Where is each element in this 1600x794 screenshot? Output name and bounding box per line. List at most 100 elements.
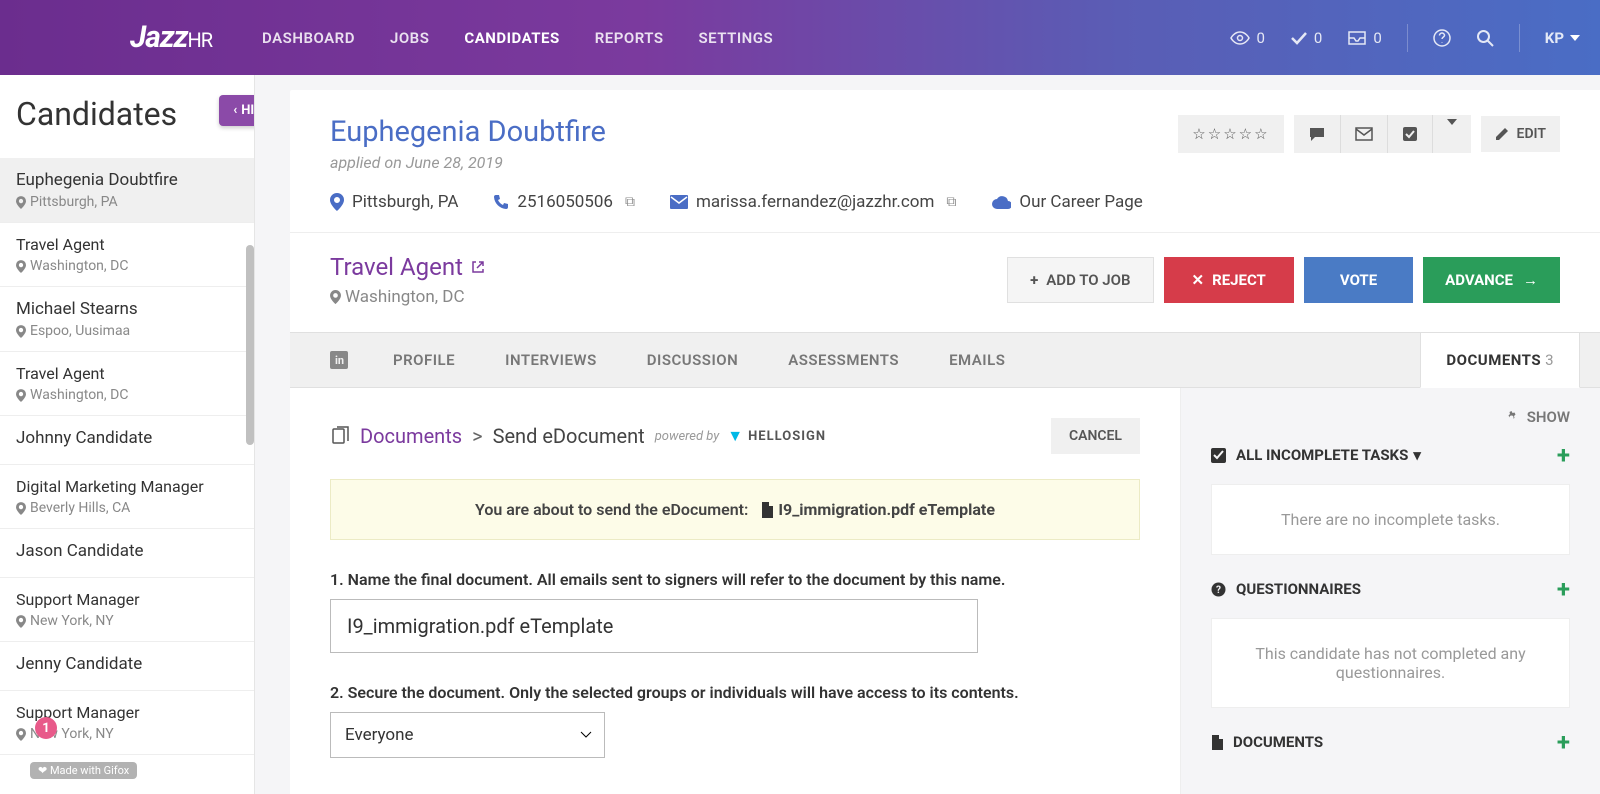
copy-icon[interactable]: ⧉	[625, 194, 635, 210]
sidebar-candidate-item[interactable]: Euphegenia Doubtfire Pittsburgh, PA	[0, 158, 254, 223]
tasks-header[interactable]: ALL INCOMPLETE TASKS	[1236, 446, 1408, 464]
svg-text:?: ?	[1216, 585, 1221, 596]
stat-views[interactable]: 0	[1230, 29, 1264, 47]
tab-emails[interactable]: EMAILS	[924, 333, 1030, 387]
copy-icon	[330, 426, 350, 446]
linkedin-icon[interactable]: in	[310, 333, 368, 387]
sidebar-candidate-item[interactable]: Travel Agent Washington, DC	[0, 223, 254, 287]
help-icon[interactable]	[1433, 29, 1451, 47]
show-button[interactable]: SHOW	[1504, 408, 1570, 426]
secure-document-select[interactable]: Everyone	[330, 712, 605, 758]
user-menu[interactable]: KP	[1545, 29, 1580, 47]
cloud-icon	[991, 195, 1011, 209]
add-task-button[interactable]: +	[1557, 441, 1570, 469]
file-icon	[1211, 735, 1223, 750]
cancel-button[interactable]: CANCEL	[1051, 418, 1140, 454]
eye-icon	[1230, 31, 1250, 45]
powered-by: powered by ▼HELLOSIGN	[655, 426, 826, 446]
nav-jobs[interactable]: JOBS	[390, 29, 429, 47]
x-icon: ✕	[1192, 271, 1205, 289]
checkbox-icon	[1211, 448, 1226, 463]
copy-icon[interactable]: ⧉	[946, 194, 956, 210]
notification-badge[interactable]: 1	[35, 717, 57, 739]
nav-settings[interactable]: SETTINGS	[699, 29, 774, 47]
step1-label: 1. Name the final document. All emails s…	[330, 570, 1140, 589]
tabs: in PROFILE INTERVIEWS DISCUSSION ASSESSM…	[290, 332, 1600, 388]
plus-icon: +	[1030, 271, 1038, 289]
main-nav: DASHBOARD JOBS CANDIDATES REPORTS SETTIN…	[262, 29, 773, 47]
sidebar-candidate-item[interactable]: Support Manager New York, NY	[0, 578, 254, 642]
tab-documents[interactable]: DOCUMENTS3	[1420, 333, 1580, 388]
sidebar: Candidates ‹ HIDE Euphegenia Doubtfire P…	[0, 75, 255, 794]
candidate-location: Pittsburgh, PA	[330, 192, 458, 212]
document-name-input[interactable]	[330, 599, 978, 653]
right-panel: SHOW ALL INCOMPLETE TASKS ▾ + There are …	[1180, 388, 1600, 794]
step2-label: 2. Secure the document. Only the selecte…	[330, 683, 1140, 702]
edit-button[interactable]: EDIT	[1481, 116, 1560, 152]
candidate-list: Euphegenia Doubtfire Pittsburgh, PATrave…	[0, 158, 254, 755]
email-button[interactable]	[1341, 115, 1388, 153]
breadcrumb-documents[interactable]: Documents	[360, 424, 462, 448]
question-icon: ?	[1211, 582, 1226, 597]
candidate-email[interactable]: marissa.fernandez@jazzhr.com ⧉	[670, 192, 956, 212]
alert-box: You are about to send the eDocument: I9_…	[330, 479, 1140, 540]
tab-profile[interactable]: PROFILE	[368, 333, 480, 387]
questionnaires-empty: This candidate has not completed any que…	[1211, 618, 1570, 708]
gifox-watermark: ❤ Made with Gifox	[30, 762, 137, 779]
more-button[interactable]	[1433, 115, 1471, 153]
pencil-icon	[1495, 127, 1509, 141]
tab-interviews[interactable]: INTERVIEWS	[480, 333, 622, 387]
envelope-icon	[670, 195, 688, 209]
phone-icon	[493, 194, 509, 210]
map-pin-icon	[330, 193, 344, 211]
job-title[interactable]: Travel Agent	[330, 253, 485, 281]
breadcrumb-current: Send eDocument	[493, 424, 645, 448]
sidebar-title: Candidates	[0, 75, 254, 158]
task-button[interactable]	[1388, 115, 1433, 153]
external-link-icon	[471, 260, 485, 274]
speech-bubble-icon	[1308, 126, 1326, 142]
scrollbar[interactable]	[246, 245, 254, 445]
breadcrumb: Documents > Send eDocument	[360, 424, 645, 448]
add-questionnaire-button[interactable]: +	[1557, 575, 1570, 603]
nav-reports[interactable]: REPORTS	[595, 29, 664, 47]
envelope-icon	[1355, 127, 1373, 141]
search-icon[interactable]	[1476, 29, 1494, 47]
chevron-down-icon	[1570, 35, 1580, 41]
tab-discussion[interactable]: DISCUSSION	[622, 333, 763, 387]
chevron-down-icon[interactable]: ▾	[1413, 446, 1421, 464]
sidebar-candidate-item[interactable]: Travel Agent Washington, DC	[0, 352, 254, 416]
sidebar-candidate-item[interactable]: Digital Marketing Manager Beverly Hills,…	[0, 465, 254, 529]
candidate-name[interactable]: Euphegenia Doubtfire	[330, 115, 606, 149]
sidebar-candidate-item[interactable]: Jenny Candidate	[0, 642, 254, 691]
reject-button[interactable]: ✕ REJECT	[1164, 257, 1294, 303]
add-to-job-button[interactable]: + ADD TO JOB	[1007, 257, 1153, 303]
documents-header: DOCUMENTS	[1233, 733, 1323, 751]
tab-assessments[interactable]: ASSESSMENTS	[763, 333, 924, 387]
inbox-icon	[1347, 30, 1367, 46]
candidate-phone[interactable]: 2516050506 ⧉	[493, 192, 635, 212]
add-document-button[interactable]: +	[1557, 728, 1570, 756]
nav-dashboard[interactable]: DASHBOARD	[262, 29, 355, 47]
sidebar-candidate-item[interactable]: Jason Candidate	[0, 529, 254, 578]
checkbox-icon	[1402, 126, 1418, 142]
stat-inbox[interactable]: 0	[1347, 29, 1381, 47]
sidebar-candidate-item[interactable]: Michael Stearns Espoo, Uusimaa	[0, 287, 254, 352]
questionnaires-header: QUESTIONNAIRES	[1236, 580, 1361, 598]
nav-right: 0 0 0 KP	[1230, 24, 1580, 52]
sidebar-candidate-item[interactable]: Johnny Candidate	[0, 416, 254, 465]
map-pin-icon	[330, 290, 341, 304]
hide-sidebar-button[interactable]: ‹ HIDE	[219, 95, 255, 126]
file-icon	[760, 502, 774, 518]
applied-date: applied on June 28, 2019	[330, 153, 606, 172]
logo[interactable]: JazzHR	[130, 20, 212, 55]
advance-button[interactable]: ADVANCE →	[1423, 257, 1560, 303]
job-location: Washington, DC	[330, 287, 485, 307]
nav-candidates[interactable]: CANDIDATES	[464, 29, 559, 47]
vote-button[interactable]: VOTE	[1304, 257, 1413, 303]
comment-button[interactable]	[1294, 115, 1341, 153]
top-navigation: JazzHR DASHBOARD JOBS CANDIDATES REPORTS…	[0, 0, 1600, 75]
arrow-right-icon: →	[1523, 271, 1538, 289]
stat-tasks[interactable]: 0	[1290, 29, 1322, 47]
star-rating[interactable]: ☆☆☆☆☆	[1178, 115, 1283, 153]
